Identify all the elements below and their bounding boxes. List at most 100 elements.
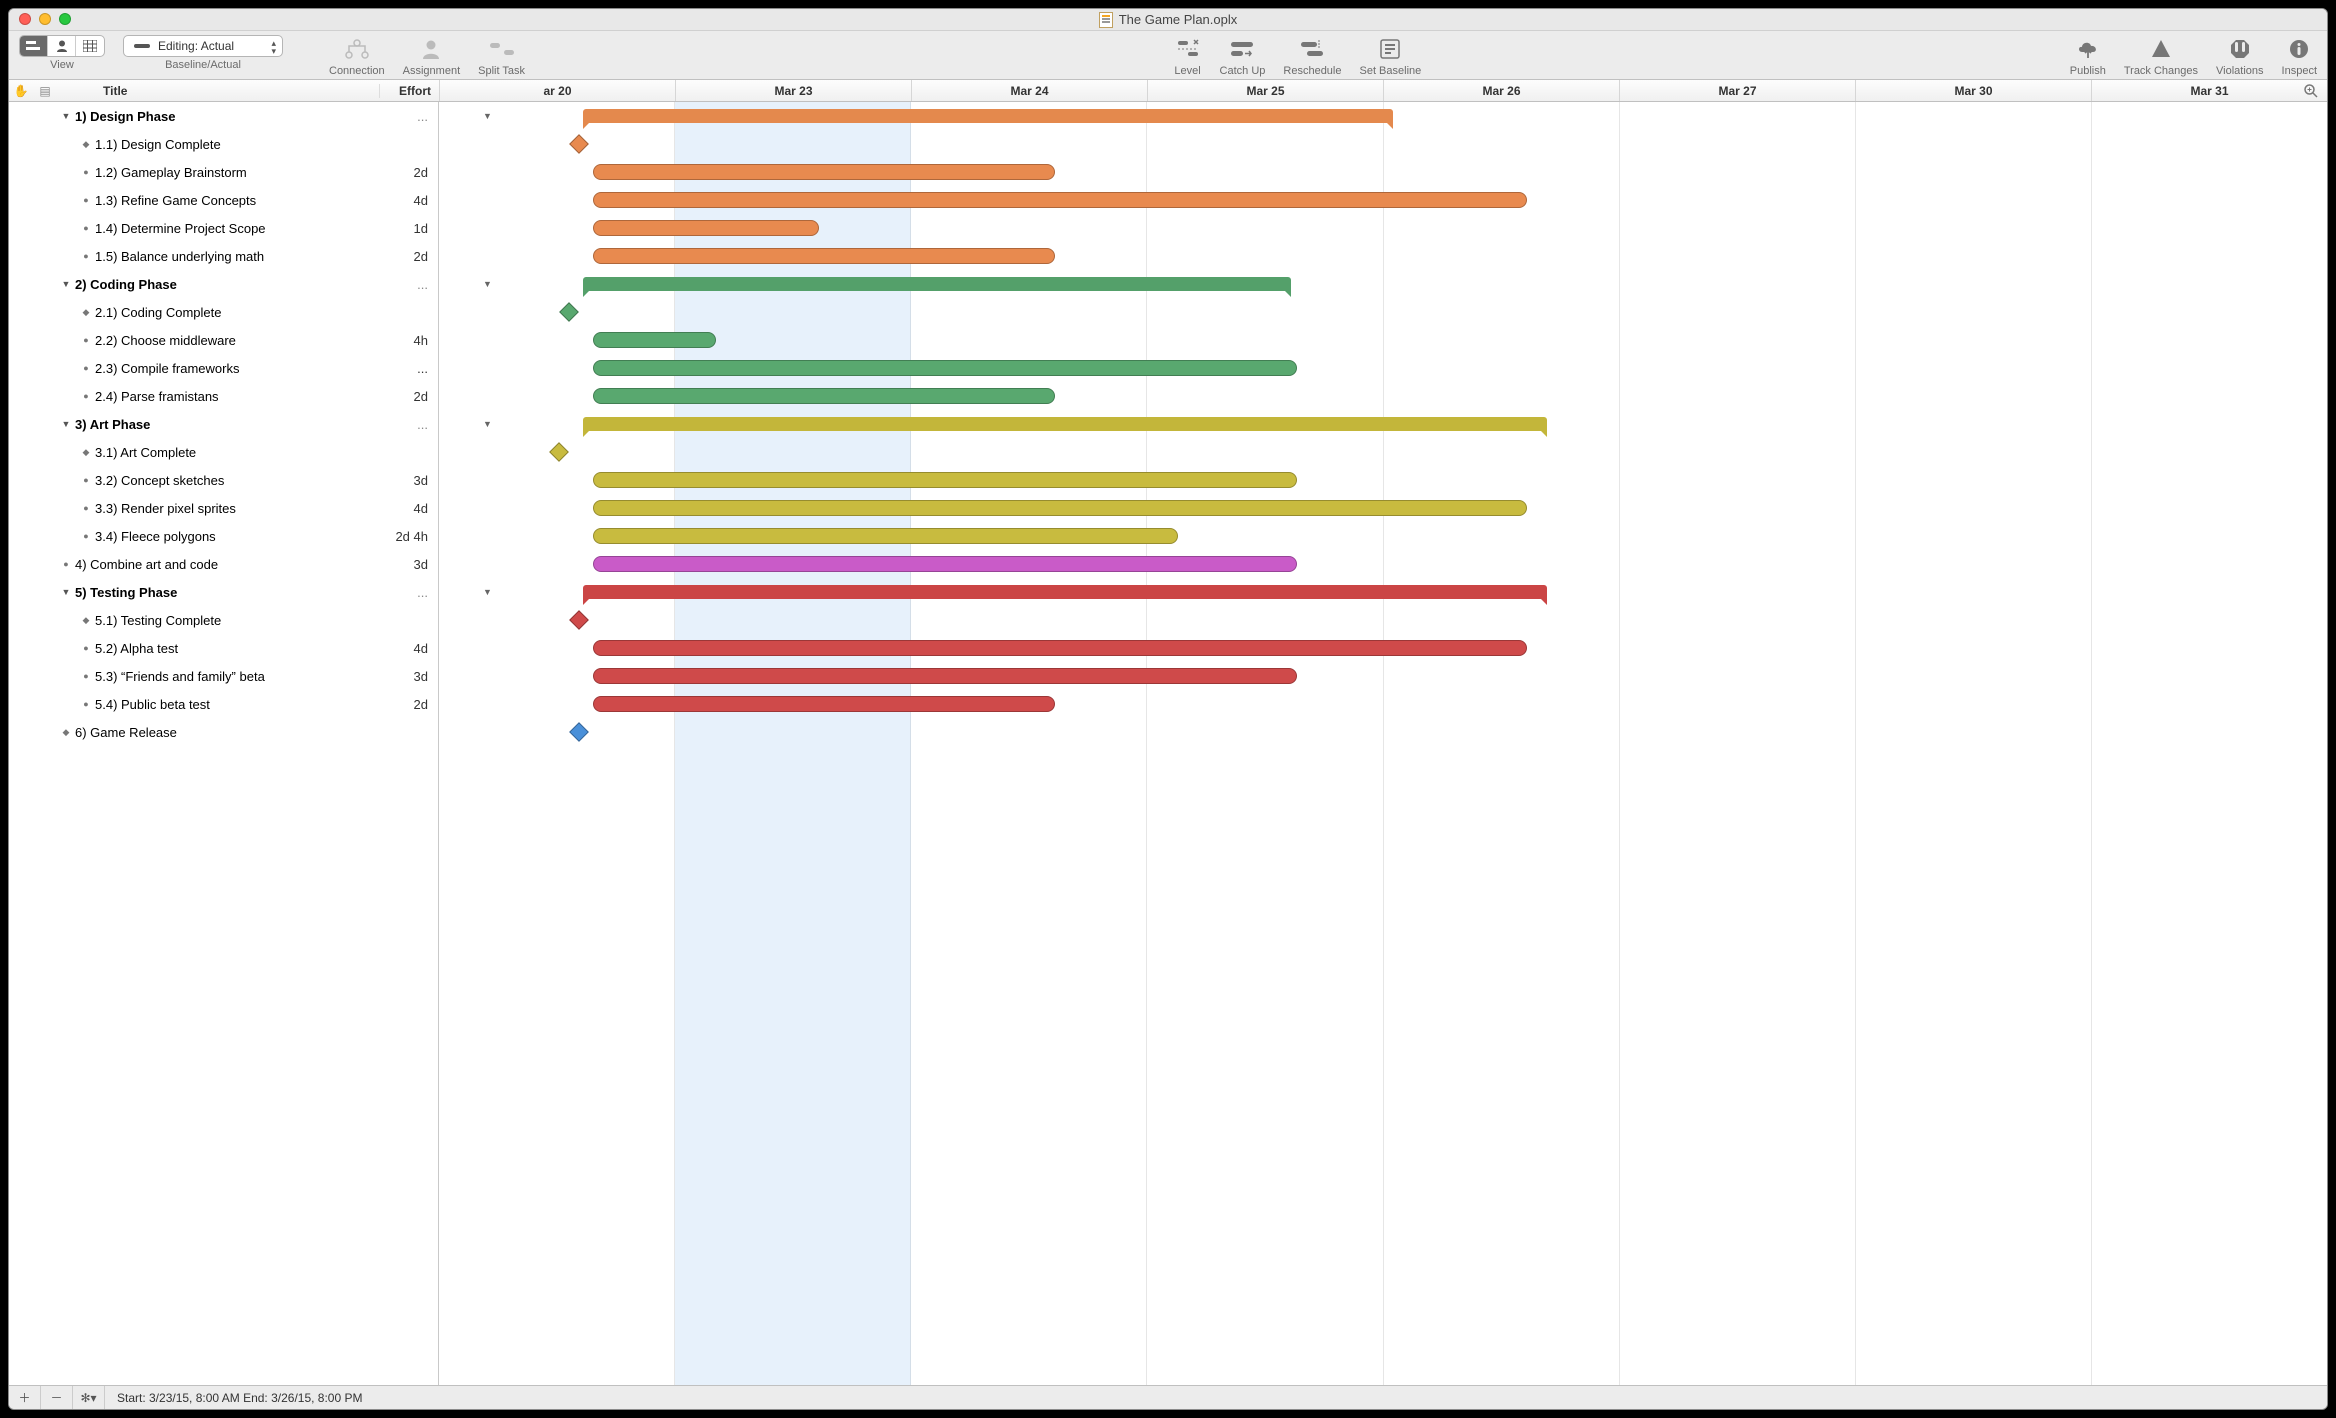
inspect-button[interactable]: Inspect [2282,35,2317,77]
disclosure-triangle-icon[interactable]: ▼ [57,111,75,121]
resource-view-button[interactable] [48,36,76,56]
milestone-diamond[interactable] [569,722,589,742]
task-row[interactable]: ●5.3) “Friends and family” beta3d [9,662,438,690]
task-row[interactable]: ▼3) Art Phase... [9,410,438,438]
task-row[interactable]: ◆2.1) Coding Complete [9,298,438,326]
baseline-actual-popup[interactable]: Editing: Actual ▴▾ [123,35,283,57]
minimize-window-button[interactable] [39,13,51,25]
task-row[interactable]: ●2.4) Parse framistans2d [9,382,438,410]
task-row[interactable]: ●5.2) Alpha test4d [9,634,438,662]
gantt-row[interactable] [439,466,2327,494]
day-header[interactable]: Mar 25 [1147,80,1383,101]
task-bar[interactable] [593,164,1055,180]
task-row[interactable]: ▼1) Design Phase... [9,102,438,130]
task-row[interactable]: ▼2) Coding Phase... [9,270,438,298]
day-header[interactable]: Mar 23 [675,80,911,101]
task-row[interactable]: ◆6) Game Release [9,718,438,746]
grab-hand-icon[interactable]: ✋ [9,84,33,98]
task-bar[interactable] [593,388,1055,404]
task-bar[interactable] [593,500,1527,516]
gantt-row[interactable]: ▼ [439,102,2327,130]
summary-bar[interactable] [583,417,1548,431]
gantt-chart[interactable]: ▼▼▼▼ [439,102,2327,1385]
task-row[interactable]: ●2.3) Compile frameworks... [9,354,438,382]
disclosure-triangle-icon[interactable]: ▼ [57,419,75,429]
close-window-button[interactable] [19,13,31,25]
day-header[interactable]: Mar 24 [911,80,1147,101]
milestone-diamond[interactable] [549,442,569,462]
effort-column-header[interactable]: Effort [379,84,439,98]
day-header[interactable]: ar 20 [439,80,675,101]
gantt-row[interactable] [439,326,2327,354]
reschedule-button[interactable]: Reschedule [1283,35,1341,77]
gantt-disclosure-icon[interactable]: ▼ [483,587,492,597]
summary-bar[interactable] [583,109,1394,123]
gantt-row[interactable] [439,634,2327,662]
gantt-row[interactable] [439,242,2327,270]
task-row[interactable]: ◆5.1) Testing Complete [9,606,438,634]
task-bar[interactable] [593,192,1527,208]
task-bar[interactable] [593,220,819,236]
gantt-row[interactable] [439,494,2327,522]
gantt-row[interactable] [439,186,2327,214]
gantt-row[interactable] [439,550,2327,578]
task-bar[interactable] [593,696,1055,712]
set-baseline-button[interactable]: Set Baseline [1359,35,1421,77]
task-row[interactable]: ●1.4) Determine Project Scope1d [9,214,438,242]
task-row[interactable]: ◆3.1) Art Complete [9,438,438,466]
task-bar[interactable] [593,528,1178,544]
day-header[interactable]: Mar 31 [2091,80,2327,101]
gantt-row[interactable]: ▼ [439,410,2327,438]
task-row[interactable]: ●4) Combine art and code3d [9,550,438,578]
task-row[interactable]: ●5.4) Public beta test2d [9,690,438,718]
gantt-row[interactable] [439,158,2327,186]
day-header[interactable]: Mar 26 [1383,80,1619,101]
gantt-disclosure-icon[interactable]: ▼ [483,111,492,121]
task-bar[interactable] [593,248,1055,264]
task-row[interactable]: ●2.2) Choose middleware4h [9,326,438,354]
task-bar[interactable] [593,556,1297,572]
gantt-row[interactable] [439,382,2327,410]
split-task-button[interactable]: Split Task [478,35,525,77]
gantt-row[interactable] [439,438,2327,466]
disclosure-triangle-icon[interactable]: ▼ [57,587,75,597]
level-button[interactable]: Level [1174,35,1202,77]
day-header[interactable]: Mar 30 [1855,80,2091,101]
milestone-diamond[interactable] [569,610,589,630]
calendar-view-button[interactable] [76,36,104,56]
assignment-button[interactable]: Assignment [403,35,460,77]
gantt-view-button[interactable] [20,36,48,56]
track-changes-button[interactable]: Track Changes [2124,35,2198,77]
task-bar[interactable] [593,668,1297,684]
gantt-row[interactable] [439,354,2327,382]
zoom-icon[interactable] [2303,83,2319,99]
connection-button[interactable]: Connection [329,35,385,77]
gantt-row[interactable] [439,214,2327,242]
disclosure-triangle-icon[interactable]: ▼ [57,279,75,289]
task-row[interactable]: ●3.3) Render pixel sprites4d [9,494,438,522]
task-row[interactable]: ●3.4) Fleece polygons2d 4h [9,522,438,550]
day-header[interactable]: Mar 27 [1619,80,1855,101]
task-row[interactable]: ▼5) Testing Phase... [9,578,438,606]
note-column-icon[interactable]: ▤ [33,84,57,98]
gantt-row[interactable] [439,662,2327,690]
gantt-row[interactable]: ▼ [439,578,2327,606]
task-bar[interactable] [593,360,1297,376]
timeline-header[interactable]: ar 20Mar 23Mar 24Mar 25Mar 26Mar 27Mar 3… [439,80,2327,101]
remove-button[interactable]: － [41,1386,73,1410]
task-outline[interactable]: ▼1) Design Phase...◆1.1) Design Complete… [9,102,439,1385]
violations-button[interactable]: Violations [2216,35,2264,77]
view-segmented-control[interactable] [19,35,105,57]
catch-up-button[interactable]: Catch Up [1220,35,1266,77]
gantt-row[interactable] [439,690,2327,718]
gantt-row[interactable] [439,718,2327,746]
gantt-row[interactable] [439,298,2327,326]
task-row[interactable]: ●1.3) Refine Game Concepts4d [9,186,438,214]
gantt-row[interactable] [439,130,2327,158]
task-bar[interactable] [593,332,716,348]
task-bar[interactable] [593,472,1297,488]
zoom-window-button[interactable] [59,13,71,25]
action-menu-button[interactable]: ✻▾ [73,1386,105,1410]
milestone-diamond[interactable] [559,302,579,322]
task-row[interactable]: ●1.2) Gameplay Brainstorm2d [9,158,438,186]
